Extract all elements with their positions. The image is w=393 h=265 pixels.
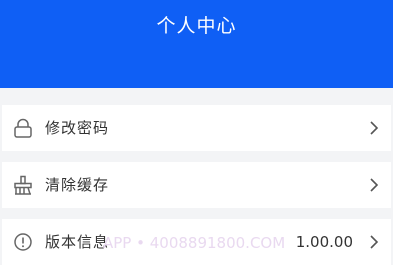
menu-item-change-password[interactable]: 修改密码 xyxy=(2,105,391,151)
menu-item-clear-cache[interactable]: 清除缓存 xyxy=(2,162,391,208)
menu-item-label: 版本信息 xyxy=(45,233,110,251)
info-icon xyxy=(14,233,32,251)
menu-item-label: 清除缓存 xyxy=(45,176,110,194)
header-bar: 个人中心 xyxy=(0,0,393,88)
menu-item-version-info[interactable]: 版本信息 1.00.00 xyxy=(2,219,391,265)
chevron-right-icon xyxy=(370,178,379,192)
version-value: 1.00.00 xyxy=(295,233,353,251)
chevron-right-icon xyxy=(370,235,379,249)
chevron-right-icon xyxy=(370,121,379,135)
broom-icon xyxy=(14,175,32,195)
menu-item-label: 修改密码 xyxy=(45,119,110,137)
page-title: 个人中心 xyxy=(156,15,237,37)
lock-icon xyxy=(14,118,32,138)
